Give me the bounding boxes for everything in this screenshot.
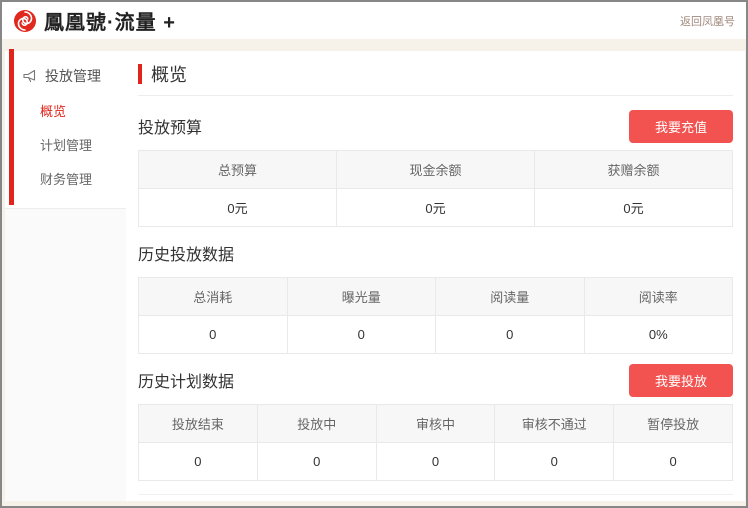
table-value-cell: 0%: [584, 316, 733, 354]
main-panel: 概览 投放预算 我要充值 总预算 现金余额 获赠余额 0元 0元 0元: [126, 51, 745, 501]
table-value-row: 0 0 0 0%: [139, 316, 733, 354]
phoenix-logo-icon: [13, 9, 37, 33]
table-header-cell: 投放结束: [139, 405, 258, 443]
table-header-cell: 审核中: [376, 405, 495, 443]
table-value-cell: 0: [139, 316, 288, 354]
sidebar-item-plan-management[interactable]: 计划管理: [5, 135, 126, 154]
history-plan-table: 投放结束 投放中 审核中 审核不通过 暂停投放 0 0 0 0 0: [138, 404, 733, 481]
history-delivery-table: 总消耗 曝光量 阅读量 阅读率 0 0 0 0%: [138, 277, 733, 354]
table-header-cell: 获赠余额: [535, 151, 733, 189]
back-to-phoenix-link[interactable]: 返回凤凰号: [680, 13, 735, 29]
section-history-delivery-title: 历史投放数据: [138, 241, 234, 265]
section-budget-title: 投放预算: [138, 114, 202, 138]
workspace: 投放管理 概览 计划管理 财务管理 概览 投放预算 我要充值 总预算: [5, 51, 745, 501]
table-header-row: 投放结束 投放中 审核中 审核不通过 暂停投放: [139, 405, 733, 443]
table-header-row: 总预算 现金余额 获赠余额: [139, 151, 733, 189]
sidebar-menu: 投放管理 概览 计划管理 财务管理: [5, 51, 126, 208]
page-title-row: 概览: [138, 60, 733, 88]
section-history-plan-title: 历史计划数据: [138, 368, 234, 392]
table-value-row: 0 0 0 0 0: [139, 443, 733, 481]
table-value-cell: 0: [376, 443, 495, 481]
create-delivery-button[interactable]: 我要投放: [629, 364, 733, 397]
table-value-cell: 0: [495, 443, 614, 481]
table-header-cell: 暂停投放: [614, 405, 733, 443]
table-value-cell: 0: [287, 316, 436, 354]
table-header-cell: 阅读率: [584, 278, 733, 316]
section-history-delivery-head: 历史投放数据: [138, 238, 733, 268]
table-value-cell: 0元: [535, 189, 733, 227]
table-value-cell: 0元: [337, 189, 535, 227]
budget-table: 总预算 现金余额 获赠余额 0元 0元 0元: [138, 150, 733, 227]
table-header-cell: 阅读量: [436, 278, 585, 316]
table-value-cell: 0: [139, 443, 258, 481]
table-header-cell: 现金余额: [337, 151, 535, 189]
table-header-cell: 总消耗: [139, 278, 288, 316]
table-value-cell: 0元: [139, 189, 337, 227]
table-header-row: 总消耗 曝光量 阅读量 阅读率: [139, 278, 733, 316]
table-header-cell: 投放中: [257, 405, 376, 443]
section-budget-head: 投放预算 我要充值: [138, 111, 733, 141]
recharge-button[interactable]: 我要充值: [629, 110, 733, 143]
sidebar-group-label: 投放管理: [45, 66, 101, 86]
sidebar-group-delivery-management[interactable]: 投放管理: [5, 66, 126, 86]
top-bar: 鳳凰號·流量 + 返回凤凰号: [2, 2, 746, 39]
brand-title: 鳳凰號·流量 +: [44, 6, 176, 35]
table-value-cell: 0: [436, 316, 585, 354]
bottom-divider: [138, 494, 733, 495]
sidebar-item-finance-management[interactable]: 财务管理: [5, 169, 126, 188]
sidebar: 投放管理 概览 计划管理 财务管理: [5, 51, 126, 501]
table-header-cell: 曝光量: [287, 278, 436, 316]
section-history-plan-head: 历史计划数据 我要投放: [138, 365, 733, 395]
sidebar-empty-area: [5, 208, 126, 501]
table-value-cell: 0: [257, 443, 376, 481]
sidebar-item-overview[interactable]: 概览: [5, 101, 126, 120]
megaphone-icon: [22, 68, 38, 84]
sidebar-accent-bar: [9, 49, 14, 205]
title-divider: [138, 95, 733, 96]
table-value-row: 0元 0元 0元: [139, 189, 733, 227]
table-header-cell: 审核不通过: [495, 405, 614, 443]
table-value-cell: 0: [614, 443, 733, 481]
page-title: 概览: [151, 61, 187, 87]
title-accent-bar: [138, 64, 142, 84]
table-header-cell: 总预算: [139, 151, 337, 189]
app-window: 鳳凰號·流量 + 返回凤凰号 投放管理 概览 计划管理: [0, 0, 748, 508]
